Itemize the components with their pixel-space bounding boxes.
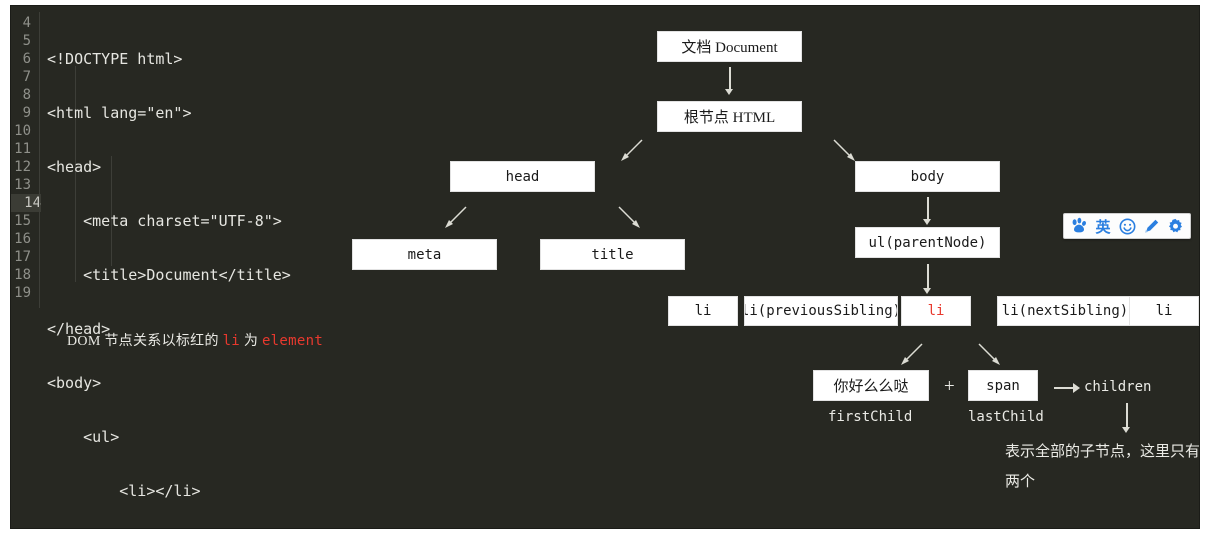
plus-sign: + xyxy=(944,376,955,397)
code-line: <title>Document</title> xyxy=(47,266,291,284)
line-number: 17 xyxy=(14,249,31,265)
code-line: <meta charset="UTF-8"> xyxy=(47,212,282,230)
arrow-body-to-ul xyxy=(922,197,933,225)
note-children-line-2: 两个 xyxy=(1005,474,1036,490)
arrow-html-to-body xyxy=(831,137,857,163)
node-ul-parentnode[interactable]: ul(parentNode) xyxy=(855,227,1000,258)
arrow-li-to-lastchild xyxy=(976,341,1002,367)
language-mode-icon[interactable]: 英 xyxy=(1092,215,1114,237)
arrow-ul-to-li xyxy=(922,264,933,294)
caption-highlight-element: element xyxy=(261,333,324,349)
node-li-previous-sibling[interactable]: li(previousSibling) xyxy=(744,296,898,326)
node-span-lastchild[interactable]: span xyxy=(968,370,1038,401)
node-text-firstchild[interactable]: 你好么么哒 xyxy=(813,370,929,401)
line-number: 11 xyxy=(14,141,31,157)
line-number-active: 14 xyxy=(11,194,41,212)
handwriting-pencil-icon[interactable] xyxy=(1140,215,1162,237)
arrow-html-to-head xyxy=(619,137,645,163)
line-number: 9 xyxy=(22,105,31,121)
note-children-line-1: 表示全部的子节点，这里只有 xyxy=(1005,444,1200,460)
line-number: 4 xyxy=(22,15,31,31)
baidu-paw-logo-icon[interactable] xyxy=(1068,215,1090,237)
diagram-caption: DOM 节点关系以标红的 li 为 element xyxy=(67,330,323,350)
caption-part-1: DOM 节点关系以标红的 xyxy=(67,334,223,349)
line-number: 12 xyxy=(14,159,31,175)
arrow-li-to-firstchild xyxy=(899,341,925,367)
node-li-next-sibling[interactable]: li(nextSibling) xyxy=(997,296,1133,326)
line-number-gutter: 4 5 6 7 8 9 10 11 12 13 14 15 16 17 18 1… xyxy=(11,6,41,528)
indent-guide xyxy=(39,12,40,308)
arrow-head-to-title xyxy=(616,204,642,230)
code-line: <li></li> xyxy=(47,482,201,500)
arrow-head-to-meta xyxy=(443,204,469,230)
arrow-children-to-note xyxy=(1121,403,1132,433)
node-head[interactable]: head xyxy=(450,161,595,192)
line-number: 10 xyxy=(14,123,31,139)
line-number: 6 xyxy=(22,51,31,67)
ime-toolbar[interactable]: 英 xyxy=(1063,213,1191,239)
line-number: 19 xyxy=(14,285,31,301)
node-li-1[interactable]: li xyxy=(668,296,738,326)
label-firstchild: firstChild xyxy=(828,409,913,425)
screenshot-root: 4 5 6 7 8 9 10 11 12 13 14 15 16 17 18 1… xyxy=(0,0,1224,538)
caption-highlight-li: li xyxy=(222,333,241,349)
settings-gear-icon[interactable] xyxy=(1164,215,1186,237)
code-text-area[interactable]: <!DOCTYPE html> <html lang="en"> <head> … xyxy=(47,14,394,528)
line-number: 16 xyxy=(14,231,31,247)
line-number: 5 xyxy=(22,33,31,49)
code-line: <head> xyxy=(47,158,102,176)
label-children: children xyxy=(1084,379,1152,395)
line-number: 13 xyxy=(14,177,31,193)
node-li-current[interactable]: li xyxy=(901,296,971,326)
arrow-to-children xyxy=(1054,383,1080,393)
code-line: <html lang="en"> xyxy=(47,104,192,122)
node-body[interactable]: body xyxy=(855,161,1000,192)
label-lastchild: lastChild xyxy=(968,409,1044,425)
line-number: 7 xyxy=(22,69,31,85)
emoji-icon[interactable] xyxy=(1116,215,1138,237)
code-line: <ul> xyxy=(47,428,120,446)
line-number: 15 xyxy=(14,213,31,229)
node-li-5[interactable]: li xyxy=(1129,296,1199,326)
node-meta[interactable]: meta xyxy=(352,239,497,270)
node-title[interactable]: title xyxy=(540,239,685,270)
caption-part-2: 为 xyxy=(240,334,262,349)
arrow-document-to-html xyxy=(724,67,735,95)
editor-diagram-canvas: 4 5 6 7 8 9 10 11 12 13 14 15 16 17 18 1… xyxy=(10,5,1200,529)
node-document[interactable]: 文档 Document xyxy=(657,31,802,62)
code-line: <body> xyxy=(47,374,102,392)
node-html[interactable]: 根节点 HTML xyxy=(657,101,802,132)
code-line: <!DOCTYPE html> xyxy=(47,50,183,68)
line-number: 18 xyxy=(14,267,31,283)
line-number: 8 xyxy=(22,87,31,103)
